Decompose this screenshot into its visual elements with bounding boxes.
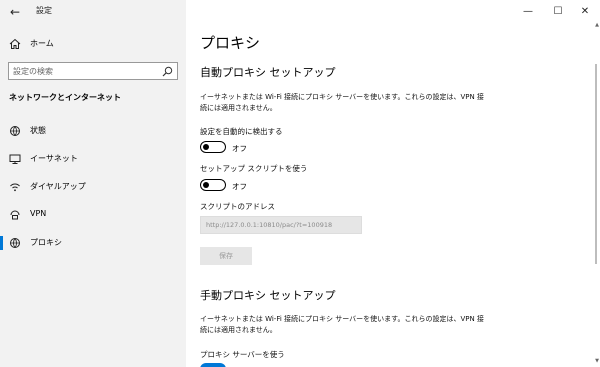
scrollbar-thumb[interactable] (595, 64, 597, 264)
sidebar-item-label: ダイヤルアップ (30, 182, 86, 191)
search-input[interactable]: 設定の検索 (8, 62, 178, 80)
scroll-down-arrow[interactable]: ▼ (595, 358, 599, 364)
dialup-icon (10, 183, 20, 192)
main-panel: — ☐ ✕ プロキシ 自動プロキシ セットアップ イーサネットまたは Wi-Fi… (186, 0, 600, 367)
back-button[interactable]: ← (6, 3, 24, 21)
save-button[interactable]: 保存 (200, 247, 252, 265)
setup-script-state: オフ (232, 182, 247, 191)
sidebar-item-label: プロキシ (30, 238, 62, 247)
sidebar-item-label: イーサネット (30, 154, 78, 163)
sidebar-item-ethernet[interactable]: イーサネット (0, 148, 186, 170)
auto-setup-heading: 自動プロキシ セットアップ (200, 66, 336, 79)
setup-script-toggle[interactable] (200, 179, 226, 191)
setup-script-label: セットアップ スクリプトを使う (200, 164, 308, 173)
monitor-ethernet-icon (9, 154, 21, 164)
toggle-knob (203, 181, 209, 188)
page-title: プロキシ (200, 34, 261, 52)
detect-settings-state: オフ (232, 144, 247, 153)
search-placeholder: 設定の検索 (13, 67, 53, 76)
detect-settings-label: 設定を自動的に検出する (200, 127, 283, 136)
globe-status-icon (10, 126, 20, 136)
sidebar: ← 設定 ホーム 設定の検索 ネットワークとインターネット 状態 イーサネット (0, 0, 186, 367)
script-address-input[interactable]: http://127.0.0.1:10810/pac/?t=100918 (200, 216, 362, 234)
use-proxy-toggle[interactable] (200, 363, 226, 367)
sidebar-item-label: 状態 (30, 126, 46, 135)
home-icon (9, 38, 21, 49)
script-address-value: http://127.0.0.1:10810/pac/?t=100918 (206, 221, 333, 229)
titlebar-left: ← 設定 (0, 0, 186, 24)
search-icon (162, 66, 173, 77)
sidebar-item-status[interactable]: 状態 (0, 120, 186, 142)
manual-setup-heading: 手動プロキシ セットアップ (200, 289, 336, 302)
app-title: 設定 (36, 6, 52, 15)
sidebar-item-proxy[interactable]: プロキシ (0, 232, 186, 254)
sidebar-item-dialup[interactable]: ダイヤルアップ (0, 176, 186, 198)
sidebar-item-vpn[interactable]: VPN (0, 204, 186, 226)
auto-setup-description: イーサネットまたは Wi-Fi 接続にプロキシ サーバーを使います。これらの設定… (200, 93, 484, 112)
detect-settings-toggle[interactable] (200, 141, 226, 153)
globe-icon (10, 238, 20, 248)
sidebar-item-label: VPN (30, 209, 47, 218)
close-button[interactable]: ✕ (567, 0, 600, 24)
manual-setup-description: イーサネットまたは Wi-Fi 接続にプロキシ サーバーを使います。これらの設定… (200, 315, 484, 334)
section-heading: ネットワークとインターネット (9, 93, 121, 102)
script-address-label: スクリプトのアドレス (200, 202, 275, 211)
toggle-knob (203, 143, 209, 150)
use-proxy-label: プロキシ サーバーを使う (200, 350, 285, 359)
scrollbar[interactable] (592, 24, 600, 367)
sidebar-home[interactable]: ホーム (0, 34, 186, 54)
vpn-icon (10, 210, 20, 220)
home-label: ホーム (30, 39, 54, 48)
